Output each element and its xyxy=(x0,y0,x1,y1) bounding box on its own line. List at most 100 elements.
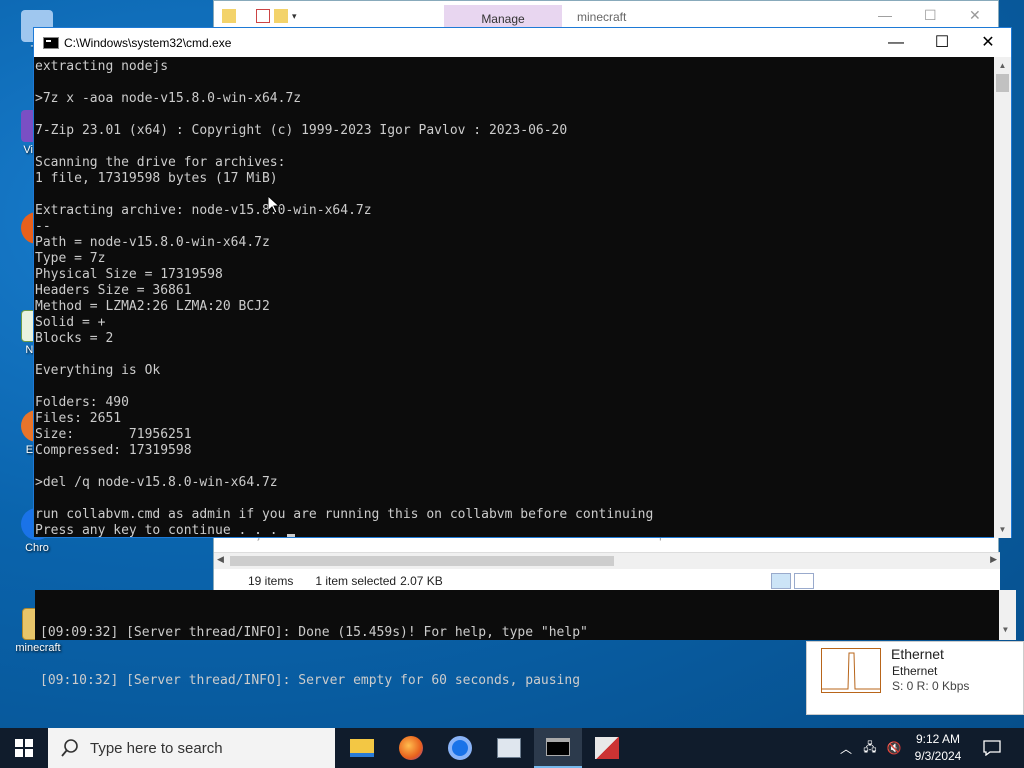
remote-desktop-icon xyxy=(497,738,521,758)
server-console-window[interactable]: [09:09:32] [Server thread/INFO]: Done (1… xyxy=(35,590,1016,688)
cmd-output-line: Type = 7z xyxy=(35,251,106,266)
cmd-output-line xyxy=(35,379,996,395)
close-icon: ✕ xyxy=(981,34,995,51)
start-button[interactable] xyxy=(0,728,48,768)
taskbar-remote-desktop[interactable] xyxy=(485,728,533,768)
taskbar-chromium[interactable] xyxy=(436,728,484,768)
cmd-window-title: C:\Windows\system32\cmd.exe xyxy=(64,36,232,50)
cmd-output[interactable]: extracting nodejs >7z x -aoa node-v15.8.0… xyxy=(34,57,996,538)
selection-size: 2.07 KB xyxy=(400,574,443,588)
cmd-window[interactable]: C:\Windows\system32\cmd.exe — ☐ ✕ extrac… xyxy=(33,27,1012,538)
item-count: 19 items xyxy=(248,574,294,588)
cmd-output-line xyxy=(35,187,996,203)
network-graph xyxy=(821,648,881,693)
cmd-output-line: Blocks = 2 xyxy=(35,331,114,346)
file-explorer-icon xyxy=(350,739,374,757)
cmd-output-line xyxy=(35,347,996,363)
command-prompt-icon xyxy=(546,738,570,756)
details-view-icon[interactable] xyxy=(771,573,791,589)
cmd-output-line xyxy=(35,491,996,507)
scroll-left-icon[interactable]: ◀ xyxy=(217,554,224,565)
cmd-output-line: Physical Size = 17319598 xyxy=(35,267,223,282)
text-cursor xyxy=(287,534,296,537)
action-center-button[interactable] xyxy=(978,728,1006,768)
cmd-output-line: Headers Size = 36861 xyxy=(35,283,192,298)
cmd-output-line: -- xyxy=(35,219,51,234)
maximize-button[interactable]: ☐ xyxy=(919,28,965,57)
chromium-icon xyxy=(448,736,472,760)
java-launcher-icon xyxy=(595,737,619,759)
explorer-horizontal-scrollbar[interactable]: ◀ ▶ xyxy=(214,552,1000,569)
minimize-button[interactable]: — xyxy=(873,28,919,57)
cmd-output-line: Method = LZMA2:26 LZMA:20 BCJ2 xyxy=(35,299,270,314)
scroll-down-icon[interactable]: ▼ xyxy=(994,521,1011,538)
taskbar-java-launcher[interactable] xyxy=(583,728,631,768)
taskbar-search-box[interactable]: Type here to search xyxy=(48,728,335,768)
chevron-down-icon[interactable]: ▾ xyxy=(292,9,306,23)
cmd-output-line: Everything is Ok xyxy=(35,363,161,378)
desktop-icon-label: Chro xyxy=(25,542,49,554)
scrollbar-thumb[interactable] xyxy=(230,556,614,566)
scrollbar-thumb[interactable] xyxy=(996,74,1009,92)
cmd-output-line: Files: 2651 xyxy=(35,411,122,426)
cmd-output-line: extracting nodejs xyxy=(35,59,169,74)
cmd-output-line: run collabvm.cmd as admin if you are run… xyxy=(35,507,654,522)
cmd-output-line: Folders: 490 xyxy=(35,395,129,410)
network-performance-widget[interactable]: Ethernet Ethernet S: 0 R: 0 Kbps xyxy=(806,641,1024,715)
console-vertical-scrollbar[interactable]: ▼ xyxy=(999,590,1016,640)
search-icon xyxy=(61,739,78,757)
taskbar: Type here to search ︿ 🖧 🔇 9:12 AM 9/3/20… xyxy=(0,728,1024,768)
new-folder-icon[interactable] xyxy=(274,9,288,23)
scroll-up-icon[interactable]: ▲ xyxy=(994,57,1011,74)
firefox-icon xyxy=(399,736,423,760)
network-icon: 🖧 xyxy=(863,739,877,754)
cmd-output-line: Press any key to continue . . . xyxy=(35,523,996,538)
console-icon xyxy=(43,37,59,49)
cmd-titlebar[interactable]: C:\Windows\system32\cmd.exe — ☐ ✕ xyxy=(34,28,1011,57)
show-hidden-icons-button[interactable]: ︿ xyxy=(836,728,856,768)
close-button[interactable]: ✕ xyxy=(965,28,1011,57)
network-tray-button[interactable]: 🖧 xyxy=(860,728,880,768)
cmd-output-line: Extracting archive: node-v15.8.0-win-x64… xyxy=(35,203,372,218)
clock-date: 9/3/2024 xyxy=(914,749,962,763)
large-icons-view-icon[interactable] xyxy=(794,573,814,589)
cmd-output-line: 7-Zip 23.01 (x64) : Copyright (c) 1999-2… xyxy=(35,123,568,138)
taskbar-file-explorer[interactable] xyxy=(338,728,386,768)
cmd-output-line: 1 file, 17319598 bytes (17 MiB) xyxy=(35,171,278,186)
chevron-up-icon: ︿ xyxy=(839,741,852,756)
mouse-pointer-icon xyxy=(268,196,280,214)
cmd-output-line: >del /q node-v15.8.0-win-x64.7z xyxy=(35,475,278,490)
taskbar-clock[interactable]: 9:12 AM 9/3/2024 xyxy=(905,731,971,765)
minimize-icon[interactable]: — xyxy=(878,7,892,23)
selection-count: 1 item selected xyxy=(315,574,397,588)
speaker-muted-icon: 🔇 xyxy=(886,741,902,755)
volume-tray-button[interactable]: 🔇 xyxy=(884,728,904,768)
maximize-icon[interactable]: ☐ xyxy=(924,7,937,24)
tab-manage[interactable]: Manage xyxy=(444,5,562,29)
cmd-output-line: Solid = + xyxy=(35,315,106,330)
cmd-output-line xyxy=(35,459,996,475)
windows-logo-icon xyxy=(15,739,33,757)
scroll-right-icon[interactable]: ▶ xyxy=(990,554,997,565)
maximize-icon: ☐ xyxy=(934,34,950,51)
network-rate: S: 0 R: 0 Kbps xyxy=(892,679,970,693)
console-line: [09:09:32] [Server thread/INFO]: Done (1… xyxy=(40,625,588,640)
notification-icon xyxy=(983,740,1001,756)
network-subtitle: Ethernet xyxy=(892,664,938,678)
close-icon[interactable]: ✕ xyxy=(969,7,981,24)
scroll-down-icon[interactable]: ▼ xyxy=(1003,622,1008,638)
cmd-output-line: Compressed: 17319598 xyxy=(35,443,192,458)
cmd-output-line: Path = node-v15.8.0-win-x64.7z xyxy=(35,235,270,250)
cmd-vertical-scrollbar[interactable]: ▲ ▼ xyxy=(994,57,1011,538)
cmd-output-line: >7z x -aoa node-v15.8.0-win-x64.7z xyxy=(35,91,302,106)
taskbar-firefox[interactable] xyxy=(387,728,435,768)
cmd-output-line: Scanning the drive for archives: xyxy=(35,155,286,170)
network-title: Ethernet xyxy=(891,646,944,662)
cmd-output-line xyxy=(35,139,996,155)
clock-time: 9:12 AM xyxy=(915,732,961,746)
folder-icon[interactable] xyxy=(222,9,236,23)
search-placeholder: Type here to search xyxy=(90,739,223,757)
quick-access-toolbar: ▾ xyxy=(222,9,306,23)
properties-icon[interactable] xyxy=(256,9,270,23)
taskbar-command-prompt[interactable] xyxy=(534,728,582,768)
